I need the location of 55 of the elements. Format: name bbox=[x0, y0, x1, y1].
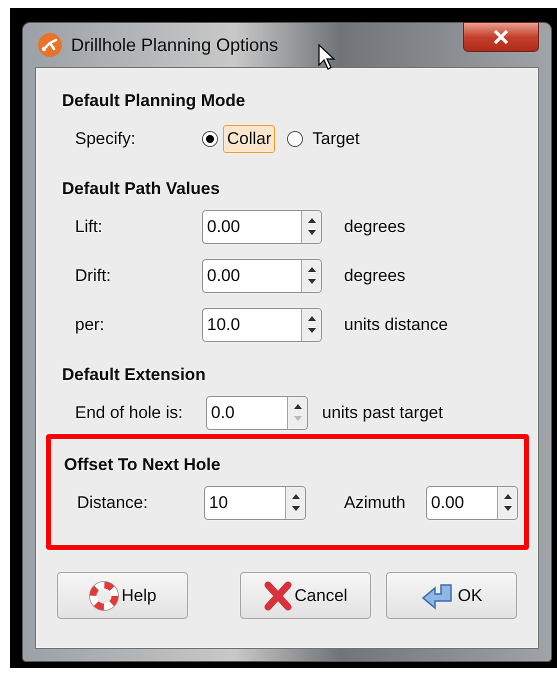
field-label: Distance: bbox=[77, 492, 149, 512]
spin-down-icon[interactable] bbox=[306, 229, 316, 236]
radio-label: Target bbox=[311, 128, 361, 150]
spin-up-icon[interactable] bbox=[306, 315, 316, 322]
field-label: Lift: bbox=[75, 216, 104, 236]
spin-value: 0.0 bbox=[210, 402, 236, 424]
unit-label: units past target bbox=[322, 402, 443, 422]
field-label: Drift: bbox=[75, 266, 112, 286]
dialog-button[interactable]: OK bbox=[386, 572, 517, 619]
section-heading: Default Extension bbox=[62, 364, 207, 386]
field-label: per: bbox=[75, 314, 106, 334]
spin-value: 0.00 bbox=[206, 216, 242, 238]
spin-up-icon[interactable] bbox=[306, 217, 316, 224]
unit-label: degrees bbox=[344, 216, 406, 236]
cross-icon bbox=[264, 580, 292, 610]
field-label: Specify: bbox=[75, 128, 136, 148]
spin-box[interactable]: 0.00 bbox=[202, 258, 322, 292]
lifebuoy-icon bbox=[88, 580, 119, 610]
radio-button[interactable] bbox=[287, 130, 304, 146]
spin-value: 10.0 bbox=[206, 314, 242, 336]
spin-down-icon[interactable] bbox=[306, 278, 316, 285]
radio-label: Collar bbox=[223, 124, 276, 152]
section-heading: Default Path Values bbox=[62, 178, 221, 200]
spin-box[interactable]: 0.00 bbox=[426, 486, 518, 520]
dialog-button[interactable]: Help bbox=[57, 572, 188, 619]
unit-label: degrees bbox=[344, 266, 406, 286]
spin-value: 10 bbox=[208, 492, 229, 514]
spin-box[interactable]: 0.0 bbox=[206, 396, 308, 430]
radio-button[interactable] bbox=[202, 130, 218, 146]
dialog-button[interactable]: Cancel bbox=[240, 572, 371, 619]
mouse-cursor-icon bbox=[318, 44, 336, 70]
unit-label: units distance bbox=[344, 314, 448, 334]
spin-up-icon[interactable] bbox=[306, 266, 316, 273]
return-arrow-icon bbox=[420, 582, 455, 610]
spin-box[interactable]: 10 bbox=[204, 486, 306, 520]
close-icon bbox=[493, 30, 509, 44]
spin-box[interactable]: 10.0 bbox=[202, 308, 322, 342]
spin-down-icon[interactable] bbox=[290, 505, 300, 512]
spin-box[interactable]: 0.00 bbox=[202, 210, 322, 244]
spin-down-icon[interactable] bbox=[502, 505, 512, 512]
field-label: Azimuth bbox=[344, 492, 406, 512]
spin-up-icon[interactable] bbox=[292, 403, 302, 410]
close-button[interactable] bbox=[463, 22, 539, 52]
radio-option[interactable]: Collar bbox=[202, 124, 276, 152]
section-heading: Offset To Next Hole bbox=[64, 454, 222, 476]
field-label: End of hole is: bbox=[75, 402, 184, 422]
app-logo-icon bbox=[37, 32, 63, 58]
section-heading: Default Planning Mode bbox=[62, 90, 246, 112]
spin-value: 0.00 bbox=[206, 264, 242, 286]
radio-option[interactable]: Target bbox=[287, 124, 364, 152]
spin-up-icon[interactable] bbox=[290, 493, 300, 500]
spin-up-icon[interactable] bbox=[502, 493, 512, 500]
spin-value: 0.00 bbox=[430, 492, 466, 514]
spin-down-icon[interactable] bbox=[306, 327, 316, 334]
window-title: Drillhole Planning Options bbox=[71, 34, 278, 56]
